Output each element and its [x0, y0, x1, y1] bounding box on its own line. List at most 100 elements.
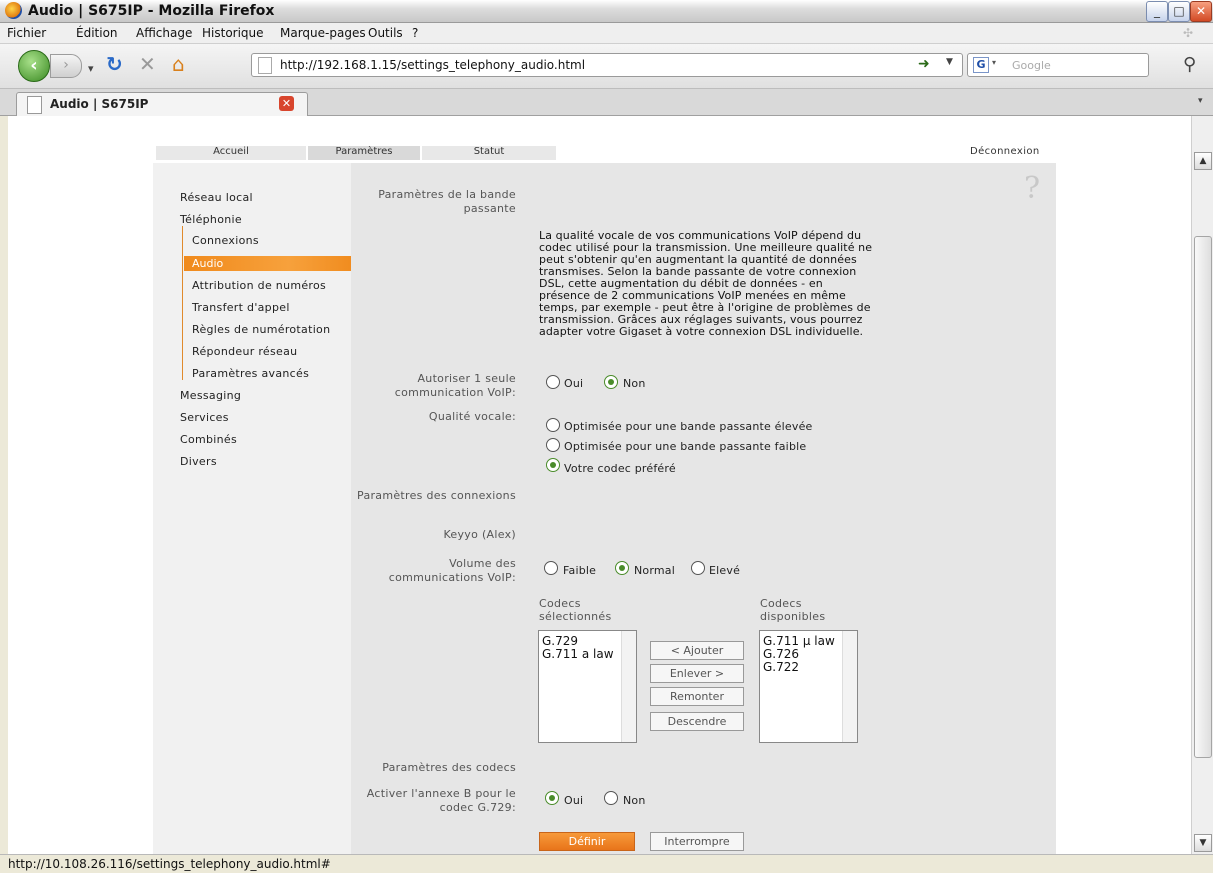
quality-low-radio[interactable]: [546, 438, 560, 452]
single-voip-label: Autoriser 1 seule communication VoIP:: [394, 372, 516, 399]
search-box[interactable]: G ▾ Google: [967, 53, 1149, 77]
sidebar-item-attribution[interactable]: Attribution de numéros: [192, 279, 326, 292]
back-button[interactable]: ‹: [18, 50, 50, 82]
help-icon[interactable]: ?: [1024, 171, 1040, 206]
navigation-toolbar: › ‹ ▾ ↻ ✕ ⌂ http://192.168.1.15/settings…: [0, 44, 1213, 89]
home-icon[interactable]: ⌂: [172, 53, 185, 75]
quality-codec-radio[interactable]: [546, 458, 560, 472]
google-engine-icon[interactable]: G: [973, 57, 989, 73]
volume-normal-label[interactable]: Normal: [634, 564, 675, 577]
list-item[interactable]: G.711 µ law: [763, 634, 835, 648]
scroll-down-icon[interactable]: ▼: [1194, 834, 1212, 852]
list-item[interactable]: G.722: [763, 660, 799, 674]
url-dropdown-icon[interactable]: ▼: [946, 57, 953, 67]
tab-close-icon[interactable]: ✕: [279, 96, 294, 111]
sidebar-item-divers[interactable]: Divers: [180, 455, 217, 468]
tab-label[interactable]: Audio | S675IP: [50, 97, 148, 111]
menu-edition[interactable]: Édition: [76, 26, 118, 40]
annex-b-yes-radio[interactable]: [545, 791, 559, 805]
list-item[interactable]: G.711 a law: [542, 647, 614, 661]
menu-fichier[interactable]: Fichier: [7, 26, 46, 40]
annex-b-no-label[interactable]: Non: [623, 794, 646, 807]
annex-b-yes-label[interactable]: Oui: [564, 794, 583, 807]
description-line: adapter votre Gigaset à votre connexion …: [539, 325, 864, 338]
list-scrollbar[interactable]: [842, 631, 857, 742]
url-text[interactable]: http://192.168.1.15/settings_telephony_a…: [280, 58, 585, 72]
sidebar-item-transfert[interactable]: Transfert d'appel: [192, 301, 290, 314]
add-codec-button[interactable]: < Ajouter: [650, 641, 744, 660]
move-down-button[interactable]: Descendre: [650, 712, 744, 731]
quality-high-label[interactable]: Optimisée pour une bande passante élevée: [564, 420, 813, 433]
menu-outils[interactable]: Outils: [368, 26, 403, 40]
move-up-button[interactable]: Remonter: [650, 687, 744, 706]
volume-high-radio[interactable]: [691, 561, 705, 575]
window-title: Audio | S675IP - Mozilla Firefox: [28, 3, 275, 19]
search-placeholder[interactable]: Google: [1012, 59, 1051, 72]
apply-button[interactable]: Définir: [539, 832, 635, 851]
remove-codec-button[interactable]: Enlever >: [650, 664, 744, 683]
tab-strip: Audio | S675IP ✕ ▾: [0, 89, 1213, 116]
connection-name: Keyyo (Alex): [443, 528, 516, 541]
nav-tab-parametres[interactable]: Paramètres: [308, 146, 420, 160]
sidebar-submenu-line: [182, 226, 183, 380]
quality-high-radio[interactable]: [546, 418, 560, 432]
volume-low-label[interactable]: Faible: [563, 564, 596, 577]
annex-b-no-radio[interactable]: [604, 791, 618, 805]
cancel-button[interactable]: Interrompre: [650, 832, 744, 851]
tab-list-icon[interactable]: ▾: [1198, 96, 1203, 106]
maximize-icon[interactable]: □: [1168, 1, 1190, 22]
go-arrow-icon[interactable]: ➜: [918, 56, 930, 72]
description-line: temps, par exemple - peut être à l'origi…: [539, 301, 871, 314]
menu-historique[interactable]: Historique: [202, 26, 264, 40]
sidebar-item-messaging[interactable]: Messaging: [180, 389, 241, 402]
sidebar-item-regles[interactable]: Règles de numérotation: [192, 323, 330, 336]
tab-audio[interactable]: Audio | S675IP ✕: [16, 92, 308, 116]
sidebar-item-services[interactable]: Services: [180, 411, 229, 424]
forward-button[interactable]: ›: [50, 54, 82, 78]
annex-b-label: Activer l'annexe B pour le codec G.729:: [366, 787, 516, 814]
reload-icon[interactable]: ↻: [106, 53, 123, 75]
scroll-up-icon[interactable]: ▲: [1194, 152, 1212, 170]
available-codecs-label: Codecs disponibles: [760, 597, 826, 623]
single-voip-no-radio[interactable]: [604, 375, 618, 389]
sidebar-item-repondeur[interactable]: Répondeur réseau: [192, 345, 297, 358]
page-viewport: Accueil Paramètres Statut Déconnexion Ré…: [8, 116, 1191, 854]
single-voip-no-label[interactable]: Non: [623, 377, 646, 390]
selected-codecs-list[interactable]: G.729 G.711 a law: [538, 630, 637, 743]
nav-tab-accueil[interactable]: Accueil: [156, 146, 306, 160]
url-bar[interactable]: http://192.168.1.15/settings_telephony_a…: [251, 53, 963, 77]
sidebar-item-audio[interactable]: Audio: [184, 256, 358, 271]
sidebar-item-telephonie[interactable]: Téléphonie: [180, 213, 242, 226]
page-scrollbar[interactable]: ▲ ▼: [1191, 116, 1213, 854]
list-item[interactable]: G.729: [542, 634, 578, 648]
engine-dropdown-icon[interactable]: ▾: [992, 58, 996, 67]
volume-high-label[interactable]: Elevé: [709, 564, 740, 577]
tab-page-icon: [27, 96, 42, 114]
available-codecs-list[interactable]: G.711 µ law G.726 G.722: [759, 630, 858, 743]
sidebar-item-combines[interactable]: Combinés: [180, 433, 237, 446]
quality-low-label[interactable]: Optimisée pour une bande passante faible: [564, 440, 806, 453]
menu-help[interactable]: ?: [412, 26, 418, 40]
scroll-thumb[interactable]: [1194, 236, 1212, 758]
single-voip-yes-label[interactable]: Oui: [564, 377, 583, 390]
single-voip-yes-radio[interactable]: [546, 375, 560, 389]
menu-marque-pages[interactable]: Marque-pages: [280, 26, 366, 40]
volume-normal-radio[interactable]: [615, 561, 629, 575]
firefox-logo-icon: [5, 2, 22, 19]
sidebar-item-connexions[interactable]: Connexions: [192, 234, 259, 247]
sidebar-item-reseau-local[interactable]: Réseau local: [180, 191, 253, 204]
close-icon[interactable]: ✕: [1190, 1, 1212, 22]
volume-low-radio[interactable]: [544, 561, 558, 575]
list-item[interactable]: G.726: [763, 647, 799, 661]
stop-icon[interactable]: ✕: [139, 53, 156, 75]
menu-affichage[interactable]: Affichage: [136, 26, 192, 40]
sidebar-item-avances[interactable]: Paramètres avancés: [192, 367, 309, 380]
quality-codec-label[interactable]: Votre codec préféré: [564, 462, 676, 475]
search-magnifier-icon[interactable]: ⚲: [1183, 54, 1196, 75]
logout-link[interactable]: Déconnexion: [970, 146, 1040, 157]
description-line: DSL, cette augmentation du débit de donn…: [539, 277, 823, 290]
history-dropdown-icon[interactable]: ▾: [88, 58, 94, 80]
minimize-icon[interactable]: _: [1146, 1, 1168, 22]
list-scrollbar[interactable]: [621, 631, 636, 742]
nav-tab-statut[interactable]: Statut: [422, 146, 556, 160]
